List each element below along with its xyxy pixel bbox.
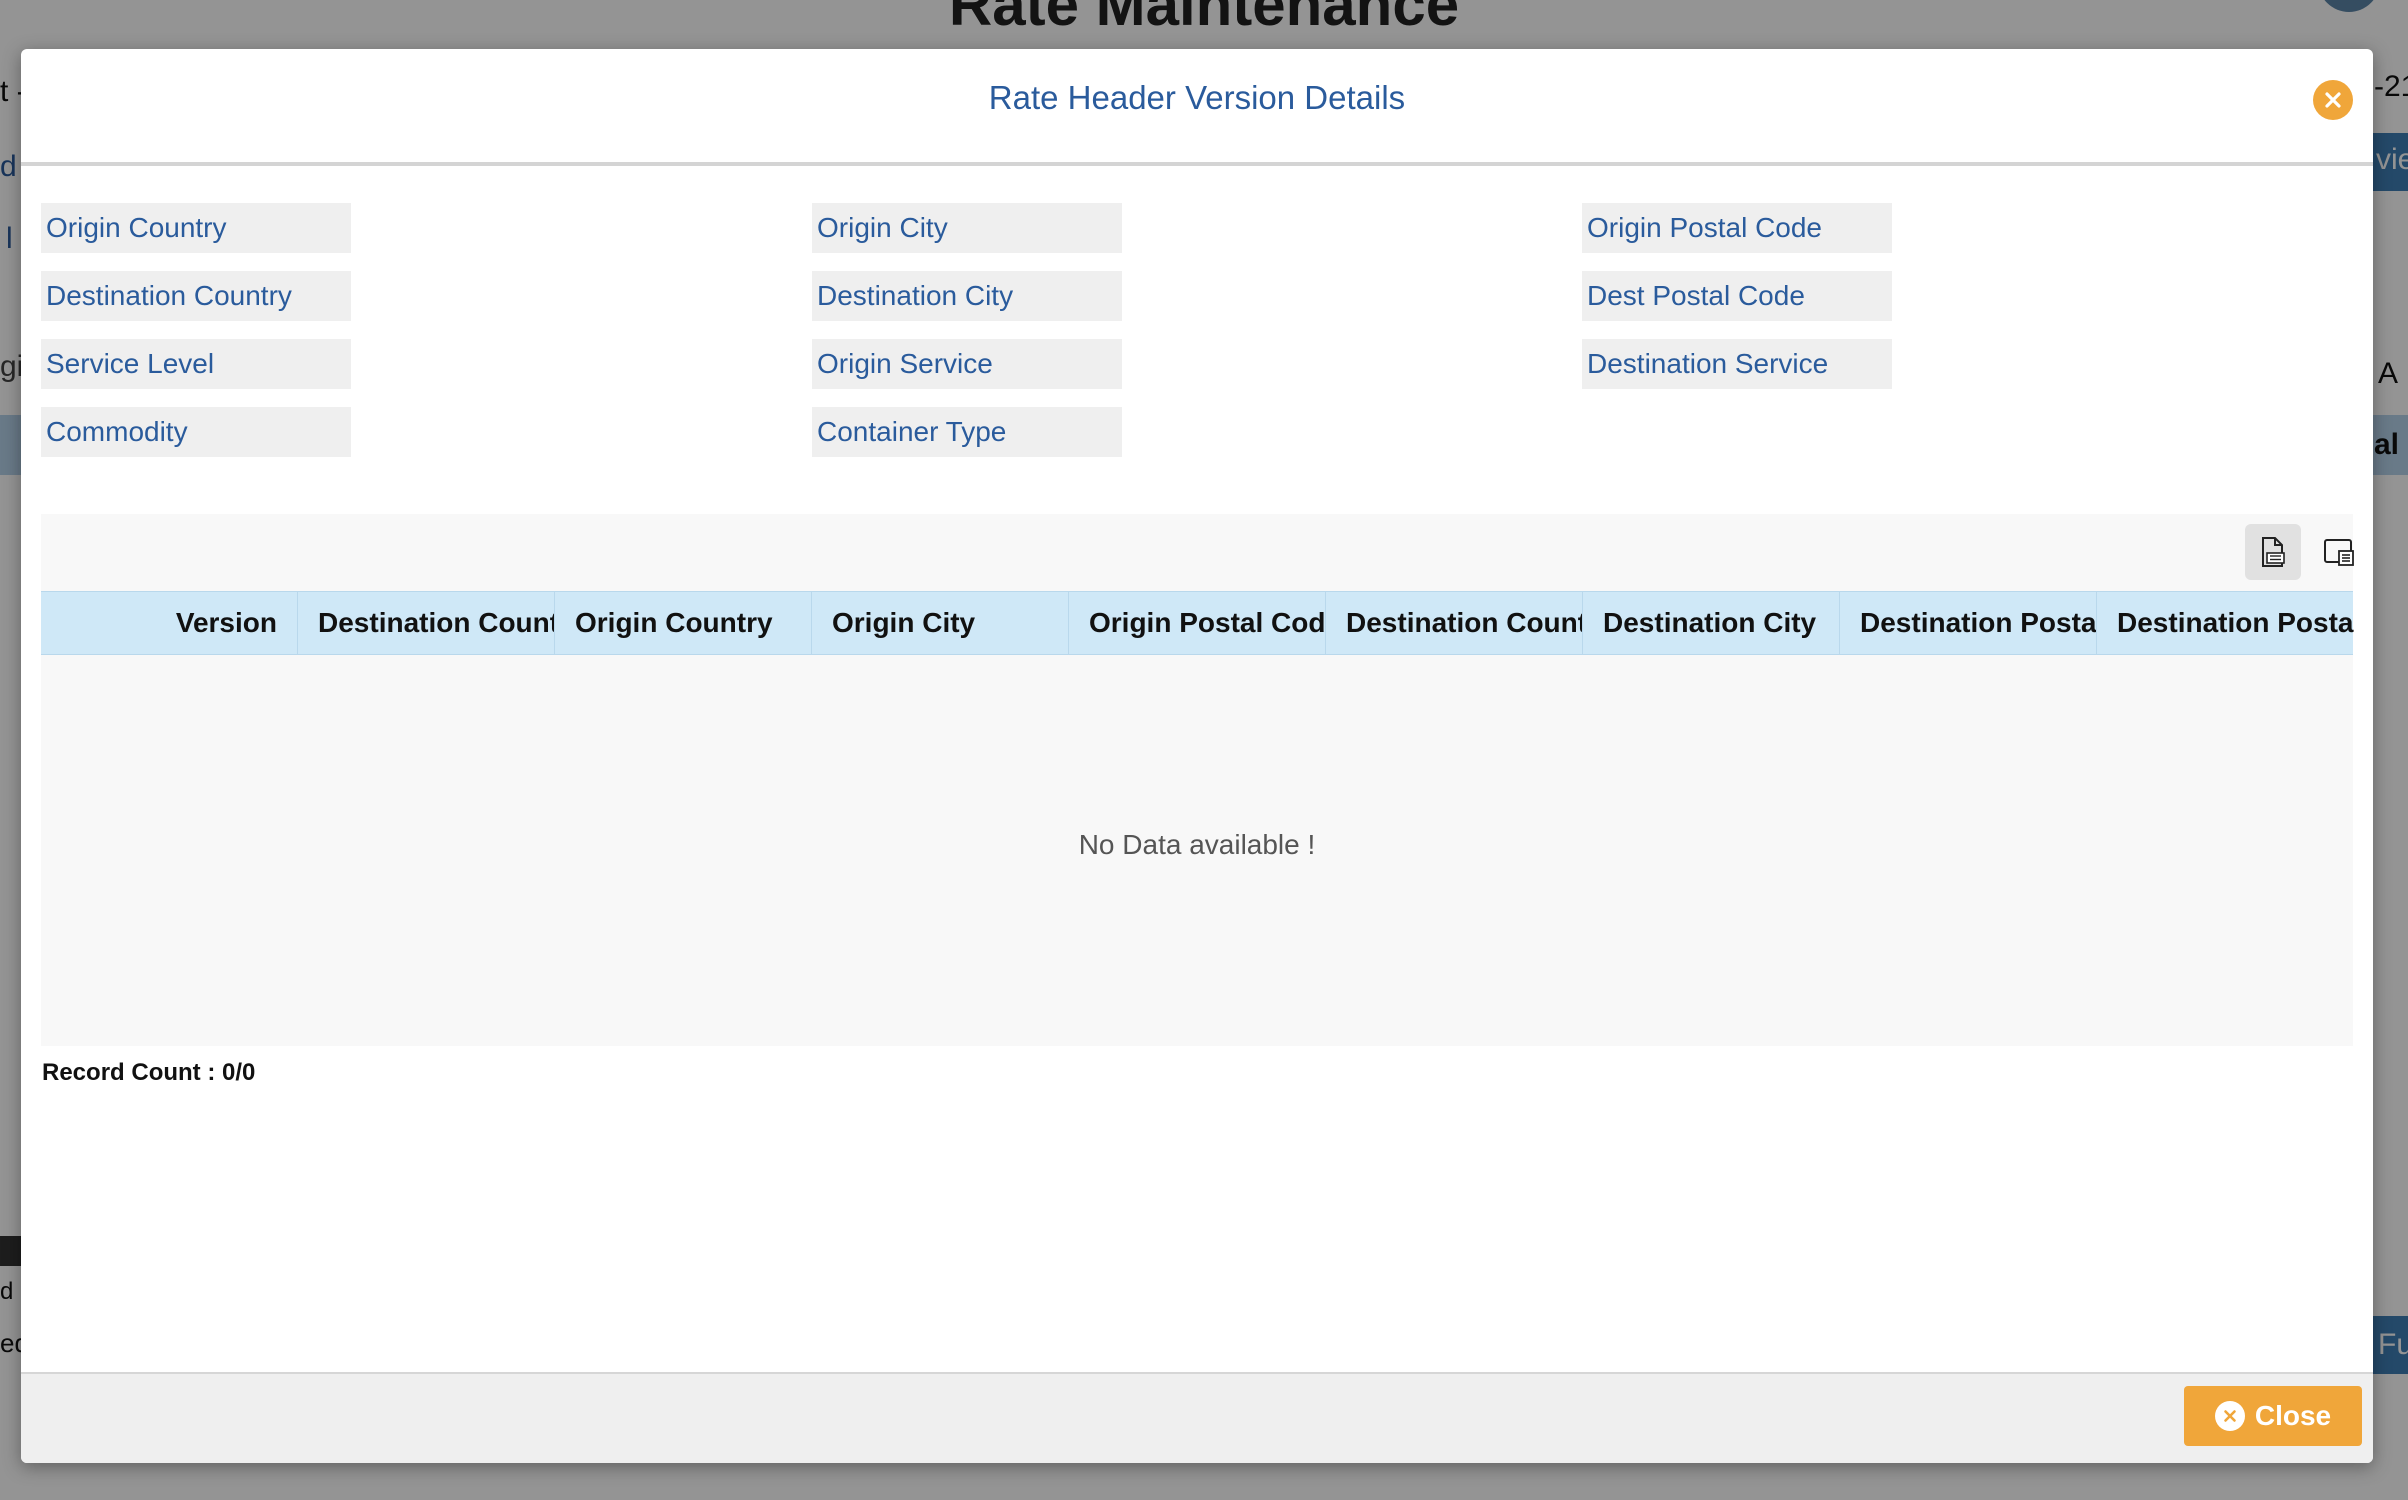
- column-header-origin-city[interactable]: Origin City: [812, 592, 1069, 654]
- field-container-type: Container Type: [812, 407, 1122, 457]
- column-header-destination-postal-code-2[interactable]: Destination Postal Code: [2097, 592, 2354, 654]
- version-details-modal: Rate Header Version Details Origin Count…: [21, 49, 2373, 1463]
- field-origin-service: Origin Service: [812, 339, 1122, 389]
- export-document-icon: [2262, 537, 2285, 567]
- field-dest-postal-code: Dest Postal Code: [1582, 271, 1892, 321]
- export-button[interactable]: [2245, 524, 2301, 580]
- field-service-level: Service Level: [41, 339, 351, 389]
- field-destination-country: Destination Country: [41, 271, 351, 321]
- modal-header: Rate Header Version Details: [21, 49, 2373, 166]
- field-destination-city: Destination City: [812, 271, 1122, 321]
- column-header-version[interactable]: Version: [41, 592, 298, 654]
- field-commodity: Commodity: [41, 407, 351, 457]
- column-header-destination-postal-code[interactable]: Destination Postal Code: [1840, 592, 2097, 654]
- record-count: Record Count : 0/0: [42, 1059, 256, 1086]
- column-header-destination-country[interactable]: Destination Country: [298, 592, 555, 654]
- field-destination-service: Destination Service: [1582, 339, 1892, 389]
- grid-header-row: Version Destination Country Origin Count…: [41, 591, 2354, 655]
- close-icon-button[interactable]: [2313, 80, 2353, 120]
- column-header-origin-postal-code[interactable]: Origin Postal Code: [1069, 592, 1326, 654]
- close-icon: [2325, 92, 2341, 108]
- close-button[interactable]: Close: [2184, 1386, 2362, 1446]
- close-circle-icon: [2214, 1401, 2245, 1431]
- column-chooser-icon: [2324, 539, 2354, 566]
- modal-footer: Close: [21, 1372, 2373, 1463]
- column-header-origin-country[interactable]: Origin Country: [555, 592, 812, 654]
- close-button-label: Close: [2254, 1400, 2332, 1431]
- modal-title: Rate Header Version Details: [988, 79, 1406, 116]
- field-origin-country: Origin Country: [41, 203, 351, 253]
- column-chooser-button[interactable]: [2311, 524, 2367, 580]
- column-header-destination-country-2[interactable]: Destination Country: [1326, 592, 1583, 654]
- column-header-destination-city[interactable]: Destination City: [1583, 592, 1840, 654]
- field-origin-postal-code: Origin Postal Code: [1582, 203, 1892, 253]
- version-grid: Version Destination Country Origin Count…: [41, 514, 2354, 1046]
- field-origin-city: Origin City: [812, 203, 1122, 253]
- empty-grid-message: No Data available !: [1078, 829, 1316, 860]
